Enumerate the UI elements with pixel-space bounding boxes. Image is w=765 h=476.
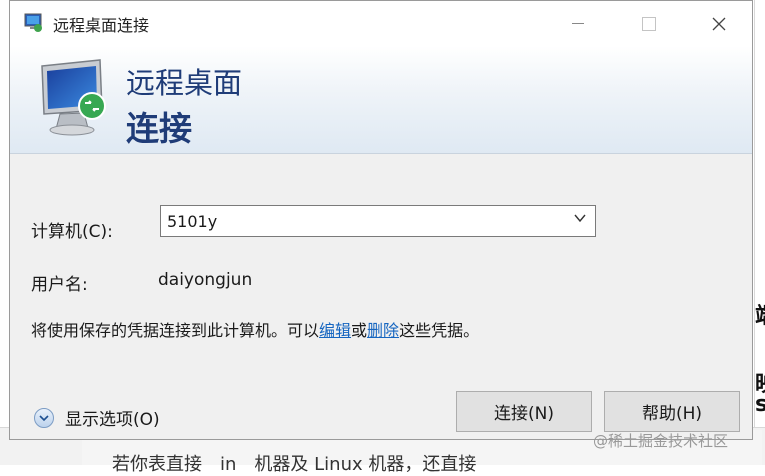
- banner-title-line2: 连接: [126, 109, 192, 148]
- chevron-down-icon[interactable]: [34, 407, 54, 428]
- close-icon: [712, 17, 726, 30]
- show-options-label[interactable]: 显示选项(O): [65, 405, 160, 430]
- close-button[interactable]: [696, 1, 742, 46]
- background-glyph: 端: [755, 298, 765, 330]
- computer-combobox[interactable]: 5101y: [160, 205, 596, 237]
- computer-label: 计算机(C):: [31, 222, 113, 242]
- info-text-or: 或: [351, 321, 368, 340]
- show-options-toggle[interactable]: 显示选项(O): [34, 405, 160, 430]
- title-bar[interactable]: 远程桌面连接: [10, 1, 752, 46]
- banner-title-line1: 远程桌面: [126, 66, 243, 100]
- username-value: daiyongjun: [158, 270, 253, 290]
- computer-value: 5101y: [167, 212, 218, 231]
- help-button[interactable]: 帮助(H): [604, 391, 740, 432]
- background-text: 若你表直接 in 机器及 Linux 机器，还直接: [112, 454, 477, 475]
- username-label: 用户名:: [31, 275, 88, 295]
- background-glyph: sh: [755, 392, 765, 417]
- minimize-button[interactable]: [555, 1, 601, 46]
- maximize-icon: [642, 16, 656, 31]
- remote-desktop-app-icon: [24, 13, 42, 32]
- remote-desktop-monitor-icon: [41, 59, 106, 136]
- window-title: 远程桌面连接: [53, 16, 150, 35]
- info-text-suffix: 这些凭据。: [399, 321, 480, 340]
- credentials-info: 将使用保存的凭据连接到此计算机。可以编辑或删除这些凭据。: [31, 317, 479, 341]
- header-banner: 远程桌面 连接: [10, 46, 752, 154]
- connect-button[interactable]: 连接(N): [456, 391, 592, 432]
- minimize-icon: [572, 23, 584, 24]
- info-text-prefix: 将使用保存的凭据连接到此计算机。可以: [31, 321, 320, 340]
- maximize-button[interactable]: [626, 1, 672, 46]
- delete-credentials-link[interactable]: 删除: [367, 321, 399, 340]
- remote-desktop-dialog: 远程桌面连接 远程桌面 连接 计算机(C): 5101y 用户名: daiyon…: [9, 0, 753, 440]
- edit-credentials-link[interactable]: 编辑: [319, 321, 351, 340]
- watermark: @稀土掘金技术社区: [593, 432, 729, 450]
- chevron-down-icon[interactable]: [573, 211, 587, 225]
- background-page-edge: 端 映 sh: [754, 0, 765, 464]
